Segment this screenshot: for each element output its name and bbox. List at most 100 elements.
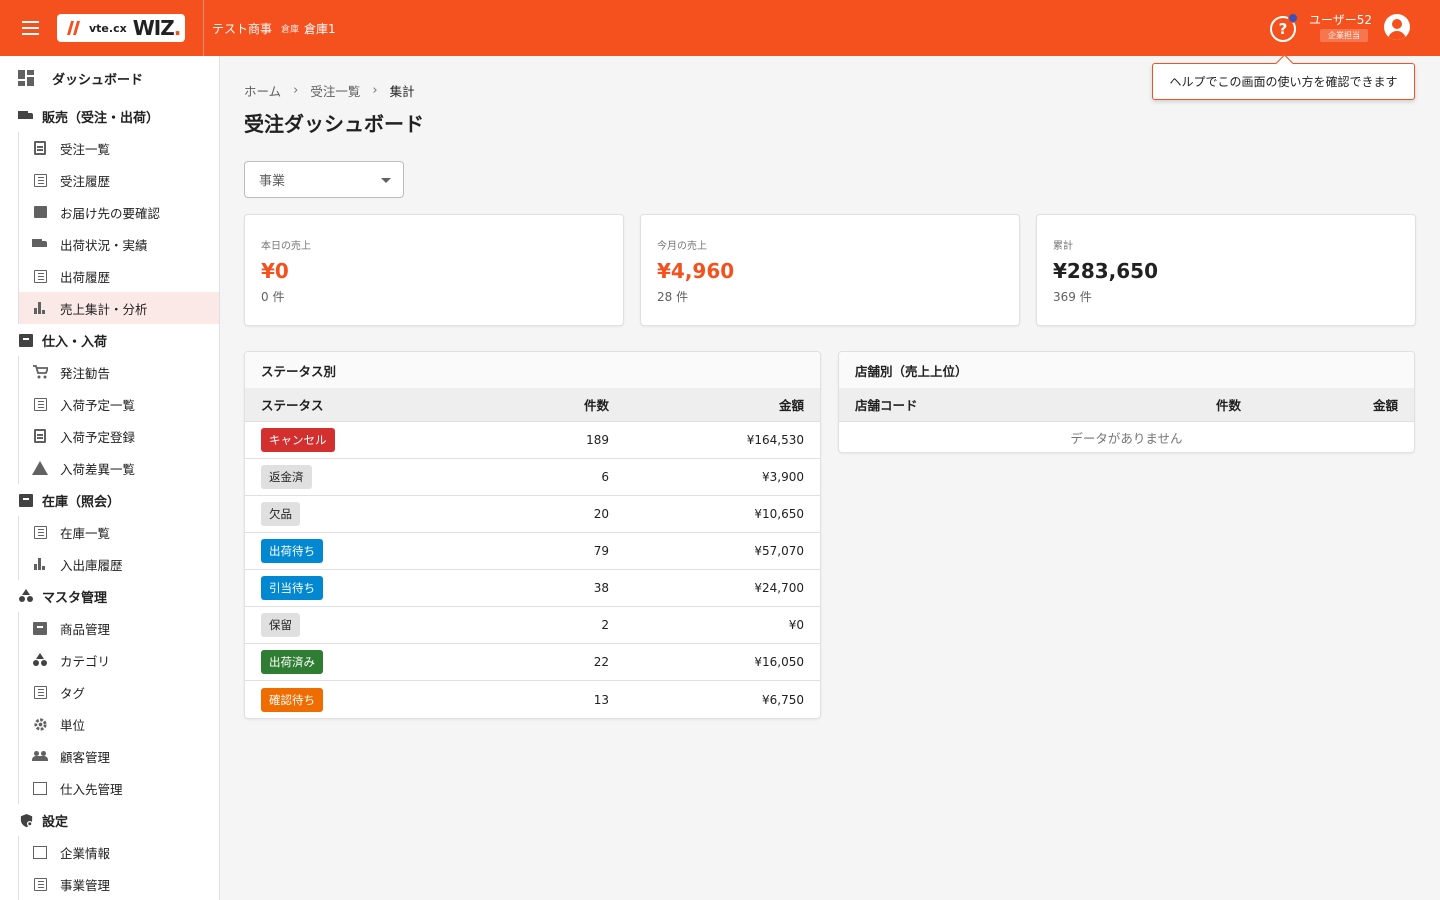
sidebar-group-sales[interactable]: 販売（受注・出荷） <box>0 100 219 132</box>
sidebar-item-label: 売上集計・分析 <box>60 301 148 317</box>
sidebar-item-order-history[interactable]: 受注履歴 <box>19 164 219 196</box>
list-icon <box>31 875 49 893</box>
sidebar-item-arrival-register[interactable]: 入荷予定登録 <box>19 420 219 452</box>
chevron-right-icon: › <box>372 83 378 98</box>
sidebar-item-dashboard[interactable]: ダッシュボード <box>0 56 219 100</box>
sidebar-group-label: 設定 <box>42 814 69 830</box>
sidebar-item-order-advice[interactable]: 発注勧告 <box>19 356 219 388</box>
chevron-right-icon: › <box>293 83 299 98</box>
list-icon <box>31 395 49 413</box>
status-cell: 返金済 <box>245 465 445 489</box>
sidebar-group-inventory[interactable]: 在庫（照会） <box>0 484 219 516</box>
count-cell: 38 <box>593 581 609 595</box>
sidebar-submenu-master: 商品管理 カテゴリ タグ 単位 顧客管理 仕入先管理 <box>18 612 219 804</box>
count-cell: 79 <box>593 544 609 558</box>
archive-icon <box>16 491 36 509</box>
sidebar-item-suppliers[interactable]: 仕入先管理 <box>19 772 219 804</box>
sidebar-item-tags[interactable]: タグ <box>19 676 219 708</box>
column-header-count: 件数 <box>583 398 609 413</box>
amount-cell: ¥6,750 <box>762 692 804 707</box>
stat-card-month: 今月の売上 ¥4,960 28 件 <box>640 214 1020 326</box>
table-header: 店舗コード 件数 金額 <box>839 388 1414 422</box>
status-cell: 保留 <box>245 613 445 637</box>
shapes-icon <box>16 587 36 605</box>
table-row: 引当待ち 38 ¥24,700 <box>245 570 820 607</box>
table-header: ステータス 件数 金額 <box>245 388 820 422</box>
sidebar-submenu-purchasing: 発注勧告 入荷予定一覧 入荷予定登録 入荷差異一覧 <box>18 356 219 484</box>
sidebar-item-label: お届け先の要確認 <box>60 205 161 221</box>
sidebar-item-sales-analysis[interactable]: 売上集計・分析 <box>19 292 219 324</box>
checklist-icon <box>31 203 49 221</box>
list-icon <box>31 683 49 701</box>
sidebar-group-label: 在庫（照会） <box>42 494 121 510</box>
help-tooltip: ヘルプでこの画面の使い方を確認できます <box>1152 63 1415 100</box>
account-avatar-icon[interactable] <box>1384 14 1410 40</box>
sidebar-item-products[interactable]: 商品管理 <box>19 612 219 644</box>
amount-cell: ¥24,700 <box>754 581 804 595</box>
menu-icon[interactable] <box>17 14 45 42</box>
sidebar-item-order-list[interactable]: 受注一覧 <box>19 132 219 164</box>
sidebar-item-label: タグ <box>60 685 86 701</box>
shield-gear-icon <box>16 811 36 829</box>
sidebar-item-categories[interactable]: カテゴリ <box>19 644 219 676</box>
sidebar-item-arrival-list[interactable]: 入荷予定一覧 <box>19 388 219 420</box>
status-cell: 引当待ち <box>245 576 445 600</box>
bar-chart-icon <box>31 299 49 317</box>
breadcrumb-home[interactable]: ホーム <box>244 81 281 100</box>
list-icon <box>31 171 49 189</box>
warehouse-value[interactable]: 倉庫1 <box>304 20 336 37</box>
breadcrumb-current: 集計 <box>389 84 415 99</box>
sidebar-item-company-info[interactable]: 企業情報 <box>19 836 219 868</box>
stat-value: ¥4,960 <box>657 259 735 283</box>
count-cell: 2 <box>601 618 609 632</box>
user-role-badge: 企業担当 <box>1320 29 1368 42</box>
stat-card-total: 累計 ¥283,650 369 件 <box>1036 214 1416 326</box>
dashboard-icon <box>16 69 36 87</box>
status-cell: 確認待ち <box>245 687 445 712</box>
sidebar-item-stock-history[interactable]: 入出庫履歴 <box>19 548 219 580</box>
status-cell: 欠品 <box>245 502 445 526</box>
sidebar-item-label: 出荷状況・実績 <box>60 237 148 253</box>
sidebar-item-units[interactable]: 単位 <box>19 708 219 740</box>
logo-wiz-text: WIZ <box>132 16 175 40</box>
truck-icon <box>31 235 49 253</box>
sidebar-item-shipping-history[interactable]: 出荷履歴 <box>19 260 219 292</box>
sidebar-item-label: 出荷履歴 <box>60 269 111 285</box>
panel-title: 店舗別（売上上位） <box>839 352 1414 388</box>
table-row: 返金済 6 ¥3,900 <box>245 459 820 496</box>
status-chip: 引当待ち <box>261 576 323 600</box>
app-logo[interactable]: vte.cx WIZ. <box>57 14 185 42</box>
status-chip: キャンセル <box>261 428 335 452</box>
sidebar-item-delivery-check[interactable]: お届け先の要確認 <box>19 196 219 228</box>
sidebar-item-business[interactable]: 事業管理 <box>19 868 219 900</box>
warning-icon <box>31 459 49 477</box>
sidebar-item-label: 入出庫履歴 <box>60 557 123 573</box>
warehouse-label: 倉庫 <box>281 24 300 35</box>
panel-title: ステータス別 <box>245 352 820 388</box>
empty-message: データがありません <box>1070 430 1183 446</box>
sidebar-group-settings[interactable]: 設定 <box>0 804 219 836</box>
sidebar-group-master[interactable]: マスタ管理 <box>0 580 219 612</box>
sidebar-item-customers[interactable]: 顧客管理 <box>19 740 219 772</box>
sidebar-item-label: 単位 <box>60 717 86 733</box>
table-row: キャンセル 189 ¥164,530 <box>245 422 820 459</box>
business-select-placeholder: 事業 <box>259 174 286 189</box>
sidebar-group-purchasing[interactable]: 仕入・入荷 <box>0 324 219 356</box>
breadcrumb-orders[interactable]: 受注一覧 <box>310 81 360 100</box>
app-header: vte.cx WIZ. テスト商事 倉庫 倉庫1 <box>0 0 1440 56</box>
count-cell: 22 <box>593 655 609 669</box>
amount-cell: ¥16,050 <box>754 655 804 669</box>
business-select[interactable]: 事業 <box>244 161 404 198</box>
sidebar-item-arrival-diff[interactable]: 入荷差異一覧 <box>19 452 219 484</box>
archive-icon <box>31 619 49 637</box>
list-icon <box>31 523 49 541</box>
stat-label: 累計 <box>1053 241 1073 252</box>
sidebar-item-shipping-status[interactable]: 出荷状況・実績 <box>19 228 219 260</box>
column-header-count: 件数 <box>1215 398 1241 413</box>
amount-cell: ¥10,650 <box>754 507 804 521</box>
sidebar-item-label: ダッシュボード <box>52 72 144 88</box>
sidebar-item-label: 受注履歴 <box>60 173 111 189</box>
sidebar-item-stock-list[interactable]: 在庫一覧 <box>19 516 219 548</box>
user-name[interactable]: ユーザー52 <box>1309 11 1372 28</box>
sidebar-item-label: 発注勧告 <box>60 365 111 381</box>
